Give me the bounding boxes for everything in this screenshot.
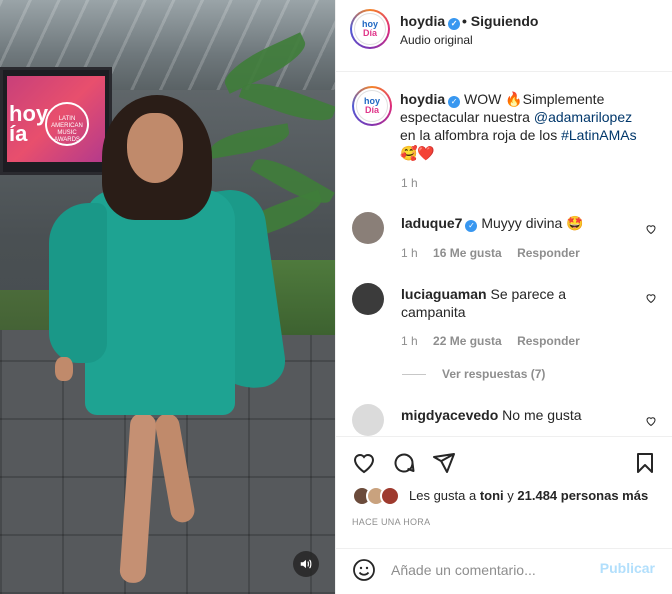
comment-likes[interactable]: 16 Me gusta xyxy=(433,246,502,260)
post-side-panel: hoy Día hoydia ✓ • Siguiendo Audio origin… xyxy=(335,0,672,594)
verified-icon: ✓ xyxy=(448,96,461,108)
speaker-icon xyxy=(300,559,312,569)
sound-toggle-button[interactable] xyxy=(293,551,319,577)
post-view: hoy ía LATIN AMERICAN MUSIC AWARDS hoy D… xyxy=(0,0,672,594)
reply-button[interactable]: Responder xyxy=(517,246,580,260)
comment-text: laduque7 ✓ Muyyy divina 🤩 xyxy=(401,215,584,232)
audio-label[interactable]: Audio original xyxy=(400,33,473,47)
comment-text: luciaguaman Se parece a campanita xyxy=(401,286,566,320)
likes-summary[interactable]: Les gusta a toni y 21.484 personas más xyxy=(409,488,648,503)
commenter-avatar[interactable] xyxy=(352,212,384,244)
caption-hashtag[interactable]: #LatinAMAs xyxy=(561,127,636,143)
like-icon[interactable] xyxy=(352,451,376,475)
verified-icon: ✓ xyxy=(448,18,461,30)
post-timestamp[interactable]: HACE UNA HORA xyxy=(352,517,430,527)
post-video[interactable]: hoy ía LATIN AMERICAN MUSIC AWARDS xyxy=(0,0,335,594)
commenter-avatar[interactable] xyxy=(352,283,384,315)
save-icon[interactable] xyxy=(633,451,657,475)
comment-input[interactable] xyxy=(391,559,591,581)
like-comment-icon[interactable] xyxy=(645,223,657,235)
post-actions: Les gusta a toni y 21.484 personas más H… xyxy=(336,436,672,548)
comment-likes[interactable]: 22 Me gusta xyxy=(433,334,502,348)
commenter-username[interactable]: laduque7 xyxy=(401,215,462,231)
add-comment-bar: Publicar xyxy=(336,548,672,594)
verified-icon: ✓ xyxy=(465,220,478,232)
caption-time: 1 h xyxy=(401,176,418,190)
publish-button[interactable]: Publicar xyxy=(600,560,655,576)
following-status[interactable]: • Siguiendo xyxy=(462,13,538,29)
video-person xyxy=(45,95,289,594)
screen-brand-text: hoy ía xyxy=(9,101,49,146)
caption-username[interactable]: hoydia xyxy=(400,91,445,107)
comment-meta: 1 h 16 Me gusta Responder xyxy=(401,246,592,260)
caption-text: hoydia ✓ WOW 🔥Simplemente espectacular nu… xyxy=(400,91,637,161)
comment-icon[interactable] xyxy=(392,451,416,475)
share-icon[interactable] xyxy=(432,451,456,475)
commenter-avatar[interactable] xyxy=(352,404,384,436)
comment-meta: 1 h 22 Me gusta Responder xyxy=(401,334,592,348)
post-header: hoy Día hoydia ✓ • Siguiendo Audio origin… xyxy=(336,0,672,72)
caption-mention[interactable]: @adamarilopez xyxy=(534,109,632,125)
comment-time[interactable]: 1 h xyxy=(401,246,418,260)
like-comment-icon[interactable] xyxy=(645,292,657,304)
reply-button[interactable]: Responder xyxy=(517,334,580,348)
commenter-username[interactable]: luciaguaman xyxy=(401,286,487,302)
comment-text: migdyacevedo No me gusta xyxy=(401,407,582,423)
caption-avatar[interactable]: hoy Día xyxy=(352,86,392,126)
comment-time[interactable]: 1 h xyxy=(401,334,418,348)
commenter-username[interactable]: migdyacevedo xyxy=(401,407,498,423)
emoji-icon[interactable] xyxy=(352,558,376,582)
author-avatar[interactable]: hoy Día xyxy=(350,9,390,49)
author-username[interactable]: hoydia ✓ xyxy=(400,13,461,30)
like-comment-icon[interactable] xyxy=(645,415,657,427)
view-replies-button[interactable]: Ver respuestas (7) xyxy=(402,367,545,381)
